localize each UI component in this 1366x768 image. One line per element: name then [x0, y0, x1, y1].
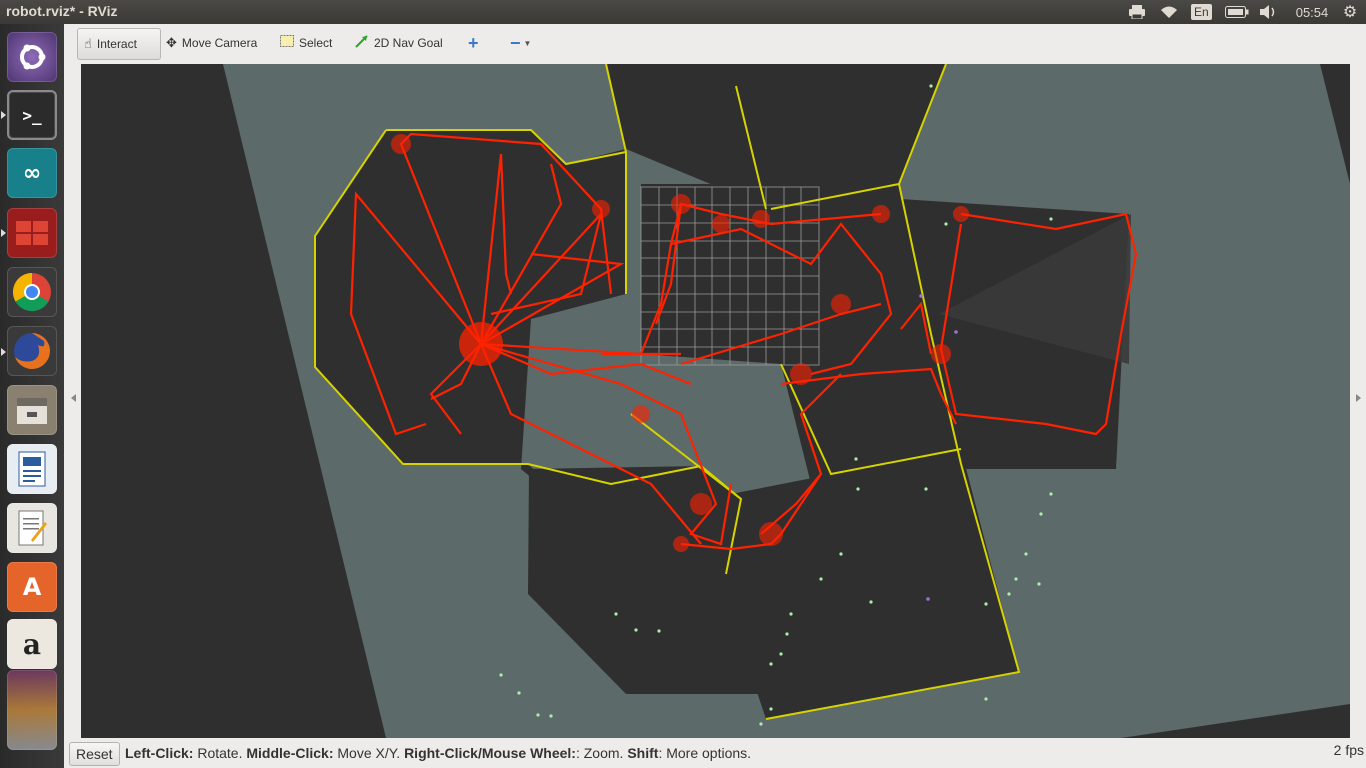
help-right-click: Right-Click/Mouse Wheel: [404, 745, 576, 761]
right-dock-handle-icon[interactable] [1356, 394, 1361, 402]
software-center-icon[interactable]: A [7, 562, 57, 612]
help-shift-desc: : More options. [658, 745, 752, 761]
select-label: Select [299, 36, 333, 50]
clock[interactable]: 05:54 [1292, 2, 1332, 22]
help-text: Left-Click: Rotate. Middle-Click: Move X… [125, 745, 751, 761]
help-left-click: Left-Click: [125, 745, 194, 761]
top-panel: robot.rviz* - RViz En 05:54 ⚙ [0, 0, 1366, 24]
select-icon [280, 35, 294, 51]
chevron-down-icon: ▼ [523, 38, 532, 48]
left-dock-handle-icon[interactable] [71, 394, 76, 402]
help-left-click-desc: Rotate. [193, 745, 247, 761]
terminal-icon[interactable]: >_ [7, 90, 57, 140]
map-dark-region [1320, 64, 1350, 184]
map-free-space [721, 449, 1019, 719]
interact-label: Interact [96, 37, 137, 51]
help-shift: Shift [627, 745, 659, 761]
rviz-window: ☝ Interact ✥ Move Camera Select 2D Nav G… [64, 24, 1366, 768]
amazon-icon[interactable]: a [7, 619, 57, 669]
gear-icon[interactable]: ⚙ [1340, 2, 1360, 22]
ubuntu-home-icon[interactable] [7, 32, 57, 82]
app-stack-icon[interactable] [7, 670, 57, 750]
hand-icon: ☝ [84, 36, 92, 52]
reset-button[interactable]: Reset [69, 742, 120, 766]
printer-icon[interactable] [1128, 2, 1146, 22]
nav-goal-label: 2D Nav Goal [374, 36, 443, 50]
help-middle-click-desc: Move X/Y. [333, 745, 405, 761]
move-camera-label: Move Camera [181, 36, 258, 50]
running-indicator [1, 348, 6, 356]
running-indicator [1, 111, 6, 119]
volume-icon[interactable] [1258, 2, 1280, 22]
text-editor-icon[interactable] [7, 503, 57, 553]
nav-goal-arrow-icon [355, 34, 369, 52]
3d-viewport[interactable] [81, 64, 1350, 738]
status-bar: Reset Left-Click: Rotate. Middle-Click: … [64, 740, 1366, 768]
minus-icon: − [510, 32, 521, 53]
map-canvas [81, 64, 1350, 738]
nav-goal-button[interactable]: 2D Nav Goal [349, 28, 449, 58]
keyboard-language[interactable]: En [1191, 4, 1212, 20]
help-right-click-desc: : Zoom. [575, 745, 628, 761]
help-middle-click: Middle-Click: [246, 745, 334, 761]
running-indicator [1, 229, 6, 237]
add-tool-icon[interactable]: + [462, 28, 485, 58]
move-camera-icon: ✥ [166, 35, 177, 51]
firefox-icon[interactable] [7, 326, 57, 376]
interact-tool-button[interactable]: ☝ Interact [77, 28, 161, 60]
move-camera-button[interactable]: ✥ Move Camera [160, 28, 263, 58]
remove-tool-button[interactable]: − ▼ [504, 28, 537, 58]
files-icon[interactable] [7, 385, 57, 435]
select-button[interactable]: Select [274, 28, 338, 58]
workspace-icon[interactable] [7, 208, 57, 258]
battery-icon[interactable] [1224, 2, 1250, 22]
chrome-icon[interactable] [7, 267, 57, 317]
map-dark-region [81, 64, 386, 738]
fps-counter: 2 fps [1333, 742, 1364, 758]
launcher: >_ ∞ A a [0, 24, 64, 768]
writer-icon[interactable] [7, 444, 57, 494]
wifi-icon[interactable] [1158, 2, 1180, 22]
map-dark-region [1121, 704, 1350, 738]
arduino-icon[interactable]: ∞ [7, 148, 57, 198]
toolbar: ☝ Interact ✥ Move Camera Select 2D Nav G… [64, 24, 1366, 64]
window-title: robot.rviz* - RViz [6, 3, 118, 19]
